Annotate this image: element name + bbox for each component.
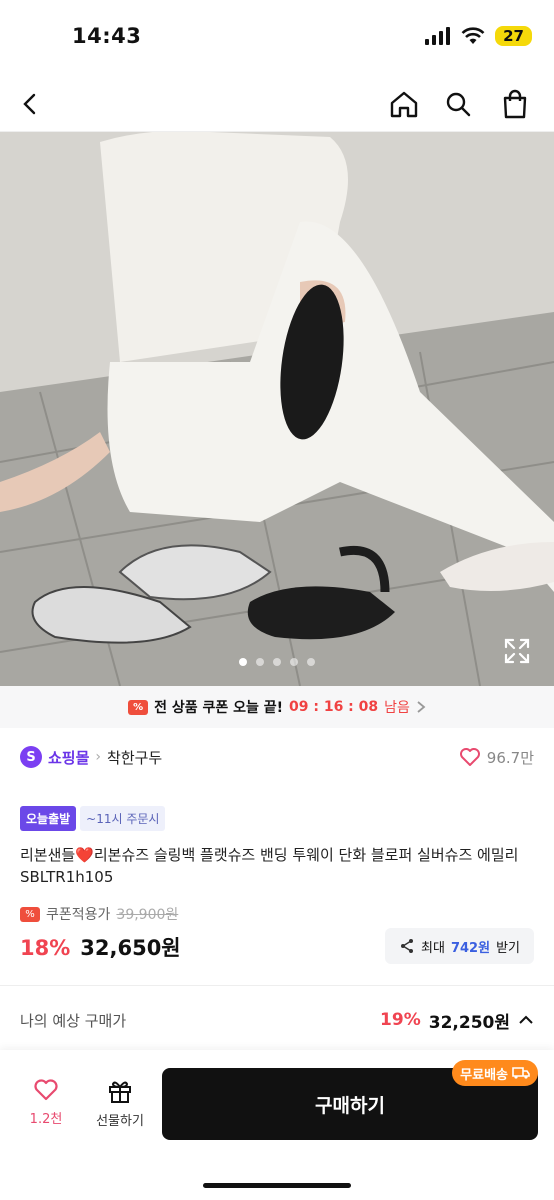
carousel-dot[interactable] [290, 658, 298, 666]
heart-icon [34, 1079, 58, 1101]
bottom-action-bar: 1.2천 선물하기 구매하기 무료배송 [0, 1050, 554, 1200]
chevron-right-icon [417, 701, 426, 713]
share-icon [401, 939, 414, 953]
home-button[interactable] [386, 86, 422, 122]
like-count: 96.7만 [486, 748, 534, 767]
coupon-timer: 09 : 16 : 08 [289, 699, 379, 715]
home-indicator [203, 1183, 351, 1188]
points-suffix: 받기 [496, 940, 520, 956]
estimated-discount: 19% [380, 1010, 421, 1030]
today-ship-tag: 오늘출발 [20, 806, 77, 831]
shop-logo-badge: S [20, 746, 42, 768]
shopping-bag-icon [503, 89, 527, 119]
estimated-price-row[interactable]: 나의 예상 구매가 19% 32,250원 [20, 1006, 534, 1034]
carousel-dot[interactable] [256, 658, 264, 666]
product-title: 리본샌들❤️리본슈즈 슬링백 플랫슈즈 밴딩 투웨이 단화 블로퍼 실버슈즈 에… [20, 846, 519, 886]
free-shipping-badge: 무료배송 [452, 1060, 538, 1086]
discount-rate: 18% [20, 936, 71, 960]
sale-price: 32,650원 [80, 936, 181, 960]
top-nav [0, 76, 554, 132]
original-price: 39,900원 [116, 907, 179, 923]
truck-icon [512, 1067, 530, 1079]
coupon-banner[interactable]: % 전 상품 쿠폰 오늘 끝! 09 : 16 : 08 남음 [0, 686, 554, 728]
product-photo [0, 132, 554, 686]
store-row: S 쇼핑몰 › 착한구두 96.7만 [20, 744, 534, 770]
carousel-dots [0, 658, 554, 666]
gift-button[interactable]: 선물하기 [90, 1078, 150, 1129]
product-image[interactable] [0, 132, 554, 686]
status-time: 14:43 [72, 24, 142, 48]
estimated-price: 32,250원 [428, 1012, 510, 1033]
points-amount: 742원 [450, 940, 491, 956]
coupon-icon: % [20, 906, 40, 922]
gift-icon [109, 1081, 131, 1103]
expand-button[interactable] [502, 636, 532, 666]
price-row: 18% 32,650원 [20, 932, 181, 962]
shop-link[interactable]: 쇼핑몰 [48, 747, 89, 768]
cart-button[interactable] [497, 86, 533, 122]
free-shipping-label: 무료배송 [460, 1067, 508, 1083]
signal-icon [425, 27, 451, 45]
delivery-tags: 오늘출발 ~11시 주문시 [20, 806, 166, 831]
carousel-dot[interactable] [273, 658, 281, 666]
coupon-price-label: 쿠폰적용가 [46, 907, 111, 923]
coupon-ticket-icon: % [128, 699, 149, 715]
status-icons: 27 [425, 26, 532, 46]
divider [0, 985, 554, 986]
points-prefix: 최대 [421, 940, 445, 956]
heart-icon [459, 748, 480, 766]
wishlist-button[interactable]: 1.2천 [16, 1078, 76, 1127]
expand-icon [504, 638, 530, 664]
coupon-timer-suffix: 남음 [384, 700, 410, 716]
breadcrumb-separator-icon: › [95, 749, 102, 765]
original-price-row: % 쿠폰적용가 39,900원 [20, 904, 178, 924]
brand-link[interactable]: 착한구두 [107, 747, 162, 768]
chevron-up-icon[interactable] [518, 1015, 534, 1025]
like-button[interactable]: 96.7만 [459, 747, 534, 768]
search-icon [446, 92, 471, 117]
back-button[interactable] [12, 86, 48, 122]
estimated-price-label: 나의 예상 구매가 [20, 1011, 127, 1030]
coupon-banner-text: 전 상품 쿠폰 오늘 끝! [154, 700, 283, 716]
order-deadline-tag: ~11시 주문시 [80, 806, 166, 831]
gift-label: 선물하기 [96, 1114, 144, 1129]
home-icon [390, 91, 418, 118]
battery-icon: 27 [495, 26, 532, 46]
carousel-dot[interactable] [239, 658, 247, 666]
wishlist-count: 1.2천 [29, 1112, 63, 1127]
search-button[interactable] [440, 86, 476, 122]
chevron-left-icon [23, 93, 36, 115]
estimated-price-value: 19% 32,250원 [380, 1008, 534, 1033]
carousel-dot[interactable] [307, 658, 315, 666]
points-button[interactable]: 최대 742원 받기 [385, 928, 534, 964]
wifi-icon [461, 27, 485, 44]
status-bar: 14:43 27 [0, 0, 554, 76]
